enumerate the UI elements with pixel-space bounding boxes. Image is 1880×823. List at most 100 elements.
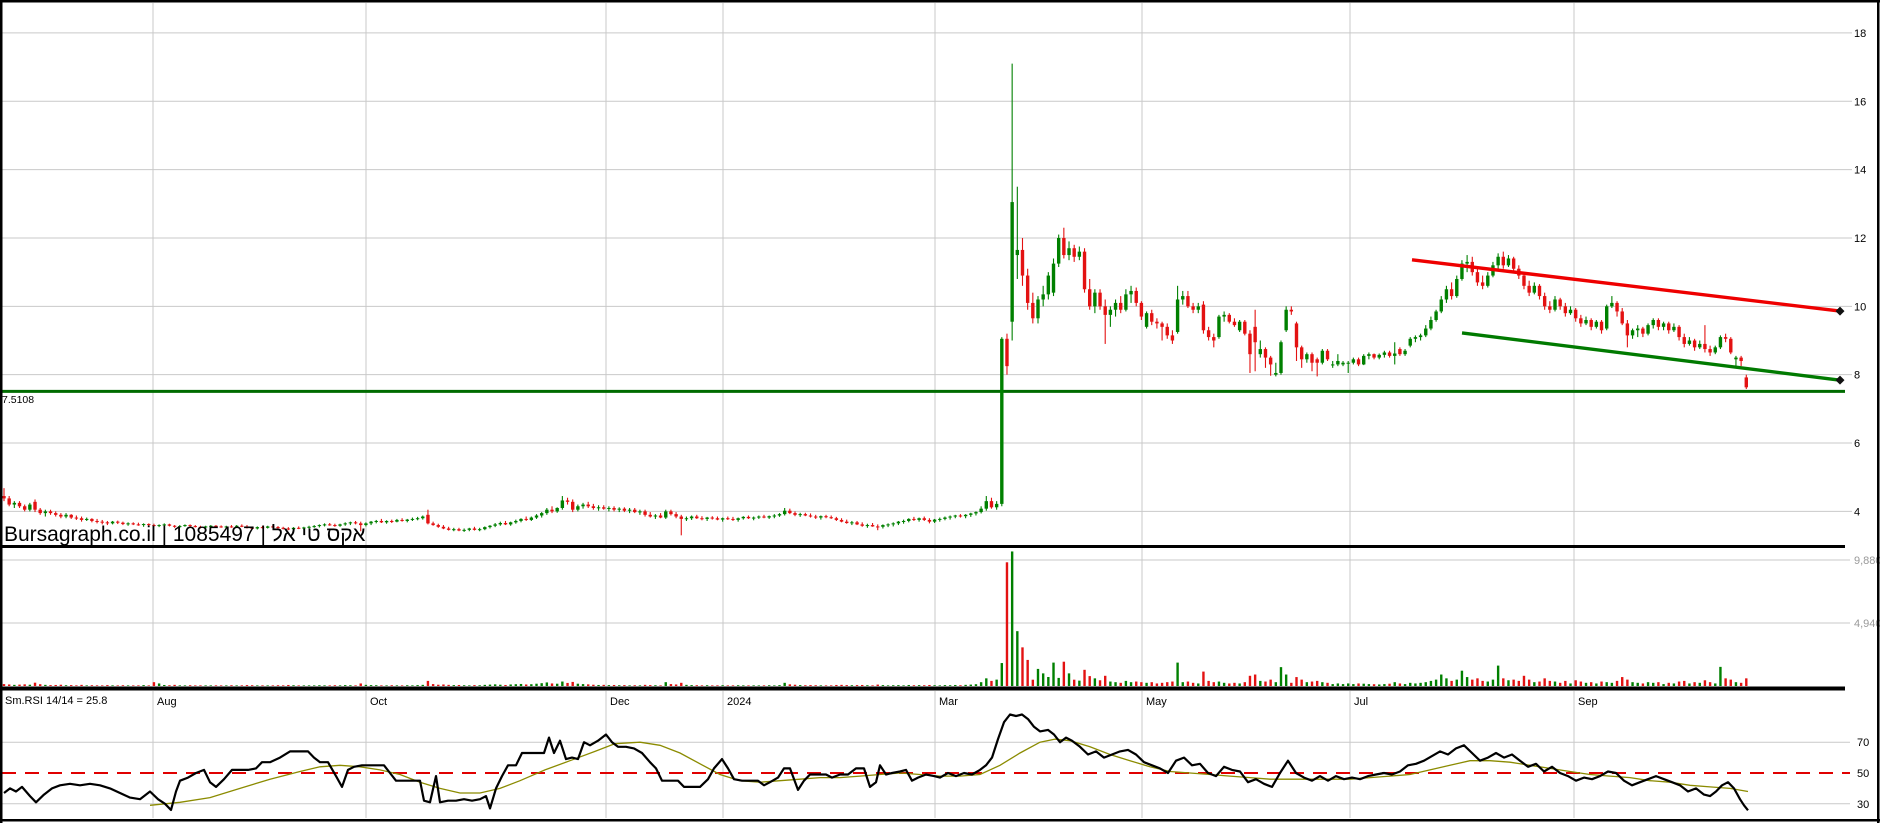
volume-bar xyxy=(1036,668,1040,686)
candle-body xyxy=(1729,338,1733,353)
candle-body xyxy=(591,506,596,508)
candle-body xyxy=(819,516,823,518)
month-label: Sep xyxy=(1578,696,1598,708)
candle-body xyxy=(1160,323,1164,327)
volume-bar xyxy=(1119,682,1122,686)
candle-body xyxy=(596,507,601,509)
candle-body xyxy=(1222,314,1226,317)
candle-body xyxy=(555,507,559,512)
candle-body xyxy=(1398,349,1402,355)
volume-bar xyxy=(1662,684,1665,686)
volume-bar xyxy=(1026,659,1029,686)
volume-bar xyxy=(188,685,192,686)
volume-bar xyxy=(1191,682,1195,686)
candle-body xyxy=(669,511,673,515)
candle-body xyxy=(1124,294,1128,310)
volume-bar xyxy=(137,685,140,686)
candle-body xyxy=(1672,326,1676,331)
candle-body xyxy=(446,528,451,530)
volume-bar xyxy=(1145,682,1148,686)
candle-body xyxy=(746,516,751,519)
candle-body xyxy=(633,509,637,513)
candle-body xyxy=(1589,320,1593,327)
candle-body xyxy=(865,525,870,527)
candle-body xyxy=(493,524,497,526)
volume-bar xyxy=(1450,680,1453,686)
volume-bar xyxy=(1310,681,1314,686)
volume-bar xyxy=(333,685,337,686)
candle-body xyxy=(876,526,880,528)
candle-body xyxy=(1341,362,1345,365)
volume-bar xyxy=(1331,684,1334,686)
volume-bar xyxy=(287,684,290,686)
candle-body xyxy=(989,501,994,508)
candle-body xyxy=(1584,320,1588,324)
volume-bar xyxy=(1507,680,1510,686)
candle-body xyxy=(1299,347,1304,360)
candle-body xyxy=(1480,282,1485,286)
volume-bar xyxy=(70,685,73,686)
candle-body xyxy=(1175,299,1180,332)
volume-bar xyxy=(1067,673,1071,686)
candle-body xyxy=(803,514,808,516)
candle-body xyxy=(1232,321,1237,326)
stock-chart-canvas[interactable]: 18 16 14 12 10 8 6 4 Aug Oct Dec 2024 Mar May Jul Sep 9,… xyxy=(0,0,1880,823)
volume-bar xyxy=(814,685,817,686)
volume-bar xyxy=(1300,679,1303,686)
volume-bar xyxy=(323,685,326,686)
volume-bar xyxy=(504,684,507,686)
candle-body xyxy=(1129,290,1133,295)
volume-bar xyxy=(1605,682,1608,686)
volume-bar xyxy=(1228,683,1231,686)
candle-body xyxy=(384,520,389,523)
volume-bar xyxy=(163,684,166,686)
candle-body xyxy=(979,508,983,513)
volume-bar xyxy=(1403,684,1407,686)
volume-bar xyxy=(121,685,125,686)
candle-body xyxy=(1636,328,1640,331)
volume-bar xyxy=(178,685,181,686)
volume-bar xyxy=(876,684,879,686)
volume-bar xyxy=(245,685,249,686)
candle-body xyxy=(1206,330,1211,338)
candle-body xyxy=(1258,349,1263,355)
chart-frame-right xyxy=(1877,0,1880,823)
candle-body xyxy=(1594,321,1599,327)
volume-bar xyxy=(1460,670,1464,686)
candle-body xyxy=(1718,337,1723,348)
volume-bar xyxy=(106,685,109,686)
support-price-label: 7.5108 xyxy=(2,394,35,406)
volume-bar xyxy=(1579,681,1583,686)
volume-bar xyxy=(788,684,792,686)
volume-bar xyxy=(1135,681,1138,686)
volume-bar xyxy=(850,685,854,686)
candle-body xyxy=(1625,323,1630,336)
volume-bar xyxy=(204,685,207,686)
month-label: Mar xyxy=(939,696,958,708)
price-tick-label: 14 xyxy=(1854,165,1866,177)
candle-body xyxy=(969,513,973,515)
volume-bar xyxy=(685,684,688,686)
candle-body xyxy=(850,522,854,524)
candle-body xyxy=(477,529,482,531)
candle-body xyxy=(689,516,694,519)
price-tick-label: 16 xyxy=(1854,96,1866,108)
candle-body xyxy=(441,526,446,529)
candle-body xyxy=(1051,263,1056,293)
candle-body xyxy=(79,518,84,520)
volume-bar xyxy=(271,685,275,686)
candle-body xyxy=(700,518,704,520)
candle-body xyxy=(472,528,477,530)
chart-frame-left xyxy=(0,0,3,823)
candle-body xyxy=(638,511,642,513)
volume-bar xyxy=(1284,674,1288,686)
candle-body xyxy=(1403,350,1407,355)
volume-bar xyxy=(571,681,574,686)
volume-bar xyxy=(1455,679,1458,686)
volume-bar xyxy=(313,685,316,686)
price-tick-label: 6 xyxy=(1854,438,1860,450)
volume-bar xyxy=(281,685,285,686)
volume-bar xyxy=(276,685,280,686)
candle-body xyxy=(808,515,813,517)
volume-bar xyxy=(773,685,776,686)
